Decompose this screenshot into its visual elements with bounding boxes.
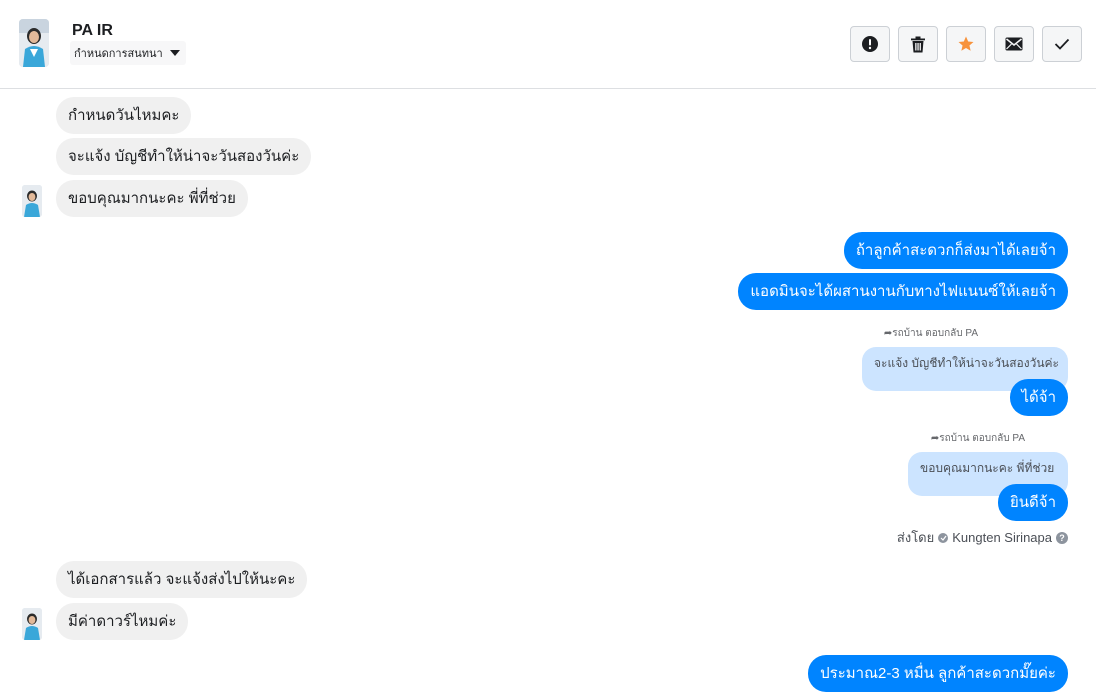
reply-indicator-text: รถบ้าน ตอบกลับ PA xyxy=(892,328,978,339)
sender-avatar[interactable] xyxy=(22,608,42,640)
trash-icon xyxy=(911,36,925,52)
alert-icon xyxy=(862,36,878,52)
reply-indicator-text: รถบ้าน ตอบกลับ PA xyxy=(939,433,1025,444)
profile-photo-icon xyxy=(22,185,42,217)
reply-indicator: ➦รถบ้าน ตอบกลับ PA xyxy=(931,431,1025,446)
conversation-label-dropdown[interactable]: กำหนดการสนทนา xyxy=(70,41,186,65)
check-circle-icon xyxy=(938,532,949,543)
reply-arrow-icon: ➦ xyxy=(883,328,893,339)
profile-photo-icon xyxy=(22,608,42,640)
sender-avatar[interactable] xyxy=(22,185,42,217)
outgoing-message[interactable]: ถ้าลูกค้าสะดวกก็ส่งมาได้เลยจ้า xyxy=(843,232,1068,269)
help-icon[interactable]: ? xyxy=(1056,531,1068,544)
contact-name: PA IR xyxy=(72,22,113,39)
incoming-message[interactable]: จะแจ้ง บัญชีทำให้น่าจะวันสองวันค่ะ xyxy=(56,138,312,175)
incoming-message[interactable]: มีค่าดาวร์ไหมค่ะ xyxy=(56,603,189,640)
mail-icon xyxy=(1005,37,1023,51)
star-icon xyxy=(958,36,974,51)
star-button[interactable] xyxy=(946,26,986,62)
sent-by-prefix: ส่งโดย xyxy=(896,530,935,545)
mark-spam-button[interactable] xyxy=(850,26,890,62)
reply-indicator: ➦รถบ้าน ตอบกลับ PA xyxy=(884,326,978,341)
check-icon xyxy=(1054,38,1070,50)
outgoing-message[interactable]: แอดมินจะได้ผสานงานกับทางไฟแนนซ์ให้เลยจ้า xyxy=(738,273,1068,310)
profile-photo-icon xyxy=(19,19,49,67)
mark-unread-button[interactable] xyxy=(994,26,1034,62)
incoming-message[interactable]: กำหนดวันไหมคะ xyxy=(56,97,192,134)
avatar[interactable] xyxy=(19,19,49,67)
conversation-toolbar xyxy=(850,26,1082,62)
delete-button[interactable] xyxy=(898,26,938,62)
reply-arrow-icon: ➦ xyxy=(930,433,940,444)
outgoing-message[interactable]: ยินดีจ้า xyxy=(998,484,1068,521)
chevron-down-icon xyxy=(169,50,180,56)
star-shape xyxy=(958,36,974,51)
sent-by-name[interactable]: Kungten Sirinapa xyxy=(952,530,1052,545)
incoming-message[interactable]: ขอบคุณมากนะคะ พี่ที่ช่วย xyxy=(56,180,248,217)
sent-by-label: ส่งโดย Kungten Sirinapa ? xyxy=(897,527,1068,548)
conversation-header: PA IR กำหนดการสนทนา xyxy=(0,0,1096,89)
outgoing-message[interactable]: ประมาณ2-3 หมื่น ลูกค้าสะดวกมั๊ยค่ะ xyxy=(808,655,1068,692)
mark-done-button[interactable] xyxy=(1042,26,1082,62)
conversation-label-text: กำหนดการสนทนา xyxy=(74,48,163,60)
incoming-message[interactable]: ได้เอกสารแล้ว จะแจ้งส่งไปให้นะคะ xyxy=(56,561,308,598)
outgoing-message[interactable]: ได้จ้า xyxy=(1009,379,1068,416)
